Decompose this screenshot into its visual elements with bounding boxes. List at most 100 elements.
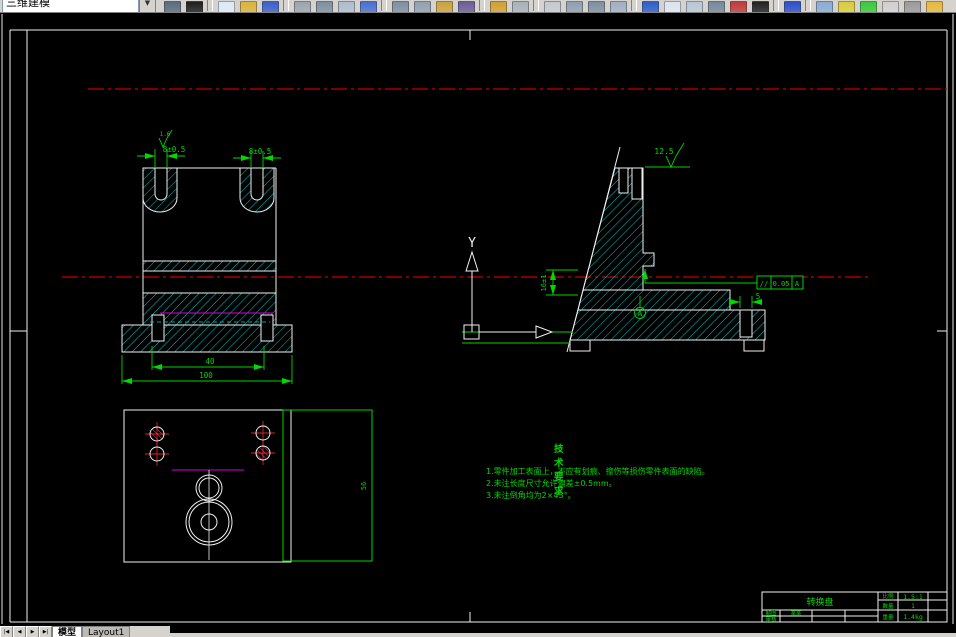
front-view[interactable]: 8±0.5 8±0.5 1.6 40 100 xyxy=(121,129,293,384)
tolerance-value: 0.05 xyxy=(773,280,790,288)
tab-nav-first-button[interactable]: |◀ xyxy=(0,626,13,637)
section-band xyxy=(142,260,277,272)
part-name: 转换盘 xyxy=(806,596,833,608)
pan-icon xyxy=(544,1,562,12)
find-button[interactable] xyxy=(161,0,183,12)
dim-height-step-label: 16±1 xyxy=(540,275,548,292)
ucs-y-arrow xyxy=(465,250,479,272)
copy-button[interactable] xyxy=(411,0,433,12)
help-button[interactable] xyxy=(781,0,803,12)
tab-nav-prev-button[interactable]: ◀ xyxy=(13,626,26,637)
layer-properties-button[interactable] xyxy=(835,0,857,12)
side-view[interactable]: // 0.05 A 12.5 16±1 5 A xyxy=(462,142,804,353)
autocad-window: 三维建模 ▼ 8±0.5 8±0.5 1.6 40 100 // 0.05 A … xyxy=(0,0,956,637)
pan-button[interactable] xyxy=(541,0,563,12)
layer-properties-icon xyxy=(838,1,856,12)
new-file-button[interactable] xyxy=(215,0,237,12)
zoom-realtime-icon xyxy=(566,1,584,12)
clean-screen-icon xyxy=(186,1,204,12)
qty-label: 数量 xyxy=(882,602,894,610)
tech-req-item-3: 3.未注倒角均为2×45°。 xyxy=(486,491,576,500)
ucs-icon: Y xyxy=(463,236,554,340)
publish-button[interactable] xyxy=(335,0,357,12)
ucs-y-label: Y xyxy=(468,236,476,251)
linetype-button[interactable] xyxy=(879,0,901,12)
centerlines[interactable] xyxy=(62,88,947,278)
tslot-left xyxy=(151,314,165,342)
color-control-icon xyxy=(860,1,878,12)
combo-dropdown-arrow-icon[interactable]: ▼ xyxy=(139,0,156,12)
tab-nav-last-button[interactable]: ▶| xyxy=(39,626,52,637)
help-icon xyxy=(784,1,802,12)
slot-right-bore xyxy=(250,167,264,201)
table-button[interactable] xyxy=(661,0,683,12)
weight-value: 1.4kg xyxy=(903,613,923,621)
tolerance-symbol: // xyxy=(760,280,768,288)
color-control-button[interactable] xyxy=(857,0,879,12)
tab-model[interactable]: 模型 xyxy=(52,626,83,637)
plan-dim-box xyxy=(282,409,373,562)
workspace-combo-value: 三维建模 xyxy=(6,0,50,9)
zoom-window-button[interactable] xyxy=(585,0,607,12)
scale-label: 比例 xyxy=(882,592,894,600)
lineweight-icon xyxy=(904,1,922,12)
plot-preview-button[interactable] xyxy=(313,0,335,12)
toolbar-separator xyxy=(533,0,540,11)
toolbar-separator xyxy=(773,0,780,11)
publish-icon xyxy=(338,1,356,12)
datum-label: A xyxy=(638,309,643,318)
toolbar-separator xyxy=(207,0,214,11)
table-style-button[interactable] xyxy=(749,0,771,12)
plot-icon xyxy=(294,1,312,12)
plot-button[interactable] xyxy=(291,0,313,12)
text-style-button[interactable] xyxy=(639,0,661,12)
dimension-style-button[interactable] xyxy=(683,0,705,12)
zoom-window-icon xyxy=(588,1,606,12)
roughness-right-label: 12.5 xyxy=(654,147,673,156)
save-icon xyxy=(262,1,280,12)
properties-button[interactable] xyxy=(923,0,945,12)
draw-label: 制图 xyxy=(765,609,777,617)
workspace-combo[interactable]: 三维建模 xyxy=(2,0,139,12)
weight-label: 重量 xyxy=(882,613,894,621)
find-icon xyxy=(164,1,182,12)
hyperlink-icon xyxy=(360,1,378,12)
toolbar-separator xyxy=(479,0,486,11)
redo-button[interactable] xyxy=(509,0,531,12)
layers-button[interactable] xyxy=(813,0,835,12)
markup-button[interactable] xyxy=(727,0,749,12)
cad-canvas[interactable]: 8±0.5 8±0.5 1.6 40 100 // 0.05 A 12.5 16… xyxy=(0,0,956,637)
lineweight-button[interactable] xyxy=(901,0,923,12)
hole-bottom-right xyxy=(255,445,271,461)
dim-width-inner-label: 40 xyxy=(205,357,215,366)
open-file-button[interactable] xyxy=(237,0,259,12)
sheet-set-icon xyxy=(708,1,726,12)
dim-slot-left-label: 8±0.5 xyxy=(163,145,186,154)
title-block[interactable]: 转换盘 比例 1.5:1 数量 1 重量 1.4kg 制图 某某 审核 xyxy=(761,591,948,623)
save-button[interactable] xyxy=(259,0,281,12)
text-style-icon xyxy=(642,1,660,12)
tab-layout1[interactable]: Layout1 xyxy=(82,626,131,637)
toolbar-separator xyxy=(631,0,638,11)
paste-button[interactable] xyxy=(433,0,455,12)
match-properties-icon xyxy=(458,1,476,12)
foot-left xyxy=(569,339,591,352)
zoom-realtime-button[interactable] xyxy=(563,0,585,12)
cut-button[interactable] xyxy=(389,0,411,12)
hole-top-left xyxy=(149,426,165,442)
foot-right xyxy=(743,339,765,352)
ucs-x-arrow xyxy=(535,325,554,339)
match-properties-button[interactable] xyxy=(455,0,477,12)
toolbar-separator xyxy=(381,0,388,11)
undo-button[interactable] xyxy=(487,0,509,12)
tab-nav-next-button[interactable]: ▶ xyxy=(26,626,39,637)
zoom-previous-button[interactable] xyxy=(607,0,629,12)
check-label: 审核 xyxy=(765,615,777,623)
plan-view[interactable]: 56 xyxy=(123,409,373,563)
hyperlink-button[interactable] xyxy=(357,0,379,12)
mid-block-section xyxy=(577,289,731,311)
tolerance-frame[interactable]: // 0.05 A xyxy=(756,275,804,290)
clean-screen-button[interactable] xyxy=(183,0,205,12)
sheet-set-button[interactable] xyxy=(705,0,727,12)
undo-icon xyxy=(490,1,508,12)
